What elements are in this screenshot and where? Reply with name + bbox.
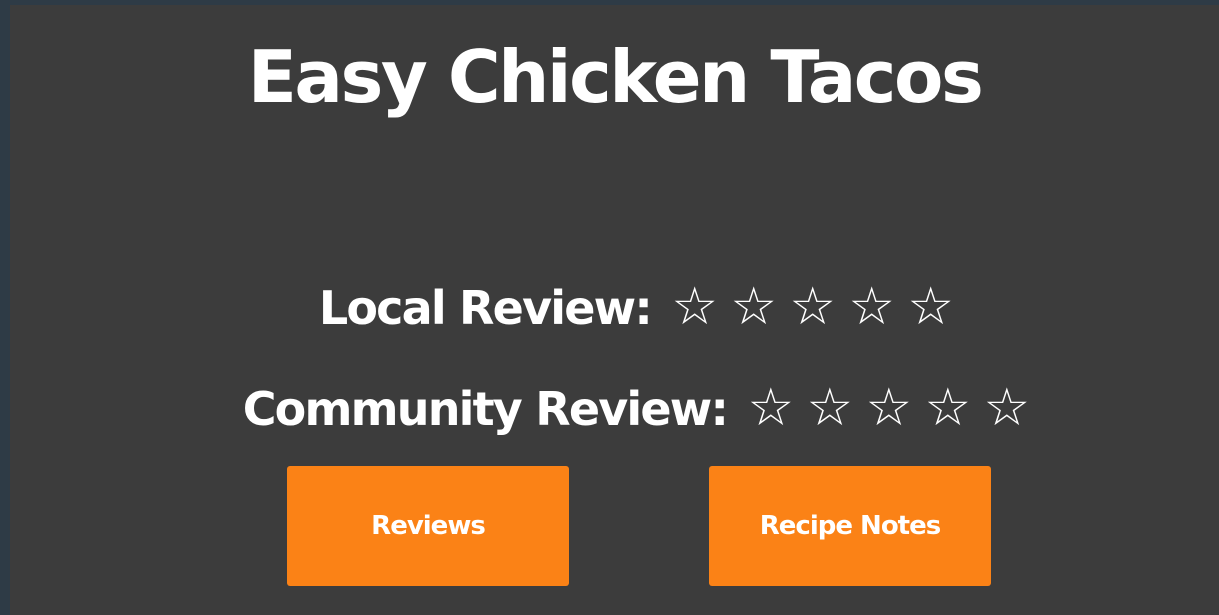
star-icon[interactable]: ☆: [783, 275, 842, 339]
star-icon[interactable]: ☆: [724, 275, 783, 339]
local-review-stars[interactable]: ☆ ☆ ☆ ☆ ☆: [665, 277, 960, 337]
star-icon: ☆: [806, 378, 854, 438]
reviews-button[interactable]: Reviews: [287, 466, 569, 586]
local-review-row: Local Review: ☆ ☆ ☆ ☆ ☆: [10, 275, 1219, 339]
recipe-title: Easy Chicken Tacos: [247, 35, 984, 119]
star-icon: ☆: [865, 378, 913, 438]
star-icon[interactable]: ☆: [665, 275, 724, 339]
community-review-row: Community Review: ☆ ☆ ☆ ☆ ☆: [10, 376, 1219, 440]
star-icon: ☆: [983, 378, 1031, 438]
star-icon[interactable]: ☆: [842, 275, 901, 339]
star-icon[interactable]: ☆: [901, 275, 960, 339]
recipe-notes-button[interactable]: Recipe Notes: [709, 466, 991, 586]
community-review-stars: ☆ ☆ ☆ ☆ ☆: [741, 378, 1036, 438]
local-review-label: Local Review:: [318, 281, 653, 335]
recipe-screen: Easy Chicken Tacos Local Review: ☆ ☆ ☆ ☆ ☆ C…: [10, 5, 1219, 615]
star-icon: ☆: [924, 378, 972, 438]
community-review-label: Community Review:: [242, 382, 729, 436]
star-icon: ☆: [747, 378, 795, 438]
